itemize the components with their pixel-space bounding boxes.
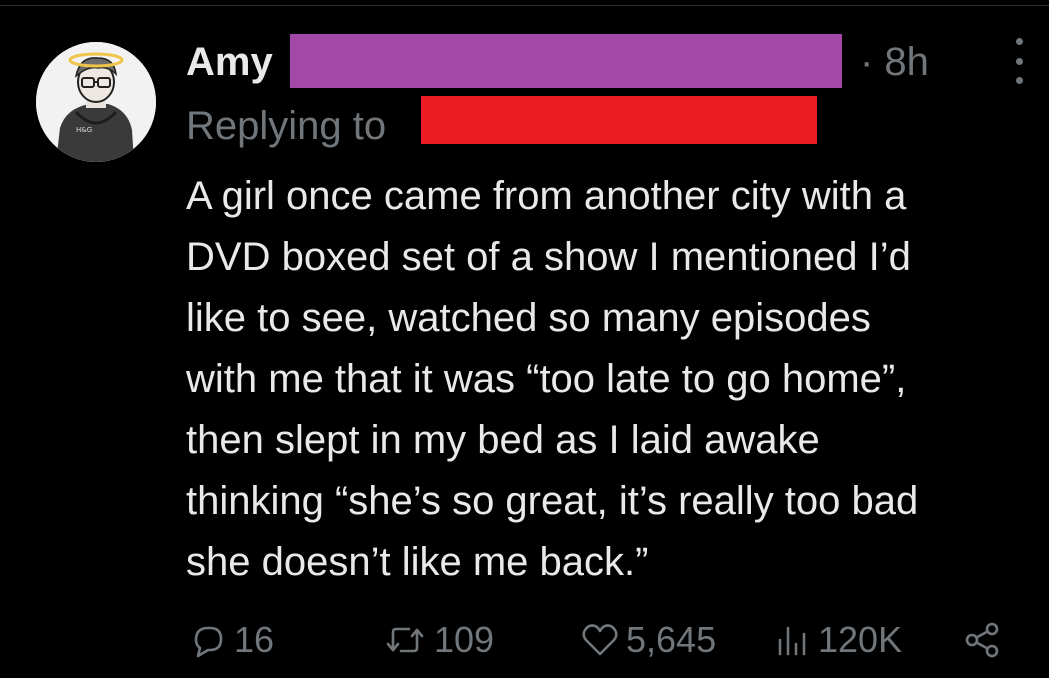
tweet-text-line: DVD boxed set of a show I mentioned I’d — [186, 235, 911, 279]
more-options-icon[interactable] — [1004, 38, 1034, 84]
redacted-handle — [290, 34, 842, 88]
action-bar: 16 109 5,645 120K — [186, 610, 1036, 670]
svg-text:H&G: H&G — [76, 126, 92, 134]
retweet-arrows-icon — [386, 627, 424, 653]
more-dot — [1015, 77, 1023, 84]
top-divider — [0, 5, 1049, 6]
speech-bubble-icon — [194, 626, 223, 658]
reply-count: 16 — [234, 619, 275, 660]
bar-chart-icon — [778, 626, 806, 656]
avatar-illustration: H&G — [36, 42, 156, 162]
share-icon — [965, 622, 999, 658]
share-button[interactable] — [962, 610, 1002, 670]
avatar[interactable]: H&G — [36, 42, 156, 162]
tweet-text-line: thinking “she’s so great, it’s really to… — [186, 479, 919, 523]
retweet-count: 109 — [434, 619, 495, 660]
tweet-text-line: A girl once came from another city with … — [186, 174, 907, 218]
timestamp[interactable]: · 8h — [860, 36, 929, 88]
reply-button[interactable]: 16 — [188, 610, 274, 670]
retweet-button[interactable]: 109 — [382, 610, 494, 670]
tweet-text: A girl once came from another city with … — [186, 166, 1046, 593]
author-name[interactable]: Amy — [186, 36, 273, 88]
tweet-text-line: then slept in my bed as I laid awake — [186, 418, 820, 462]
redacted-reply-target — [421, 96, 817, 144]
like-count: 5,645 — [626, 619, 717, 660]
tweet-text-line: like to see, watched so many episodes — [186, 296, 871, 340]
replying-to-label: Replying to — [186, 104, 387, 148]
like-button[interactable]: 5,645 — [580, 610, 716, 670]
more-dot — [1015, 38, 1023, 45]
tweet-header: Amy · 8h — [186, 32, 1036, 92]
views-button[interactable]: 120K — [772, 610, 902, 670]
more-dot — [1015, 57, 1023, 65]
view-count: 120K — [818, 619, 903, 660]
tweet-text-line: she doesn’t like me back.” — [186, 540, 649, 584]
heart-icon — [582, 624, 618, 656]
tweet-text-line: with me that it was “too late to go home… — [186, 357, 907, 401]
